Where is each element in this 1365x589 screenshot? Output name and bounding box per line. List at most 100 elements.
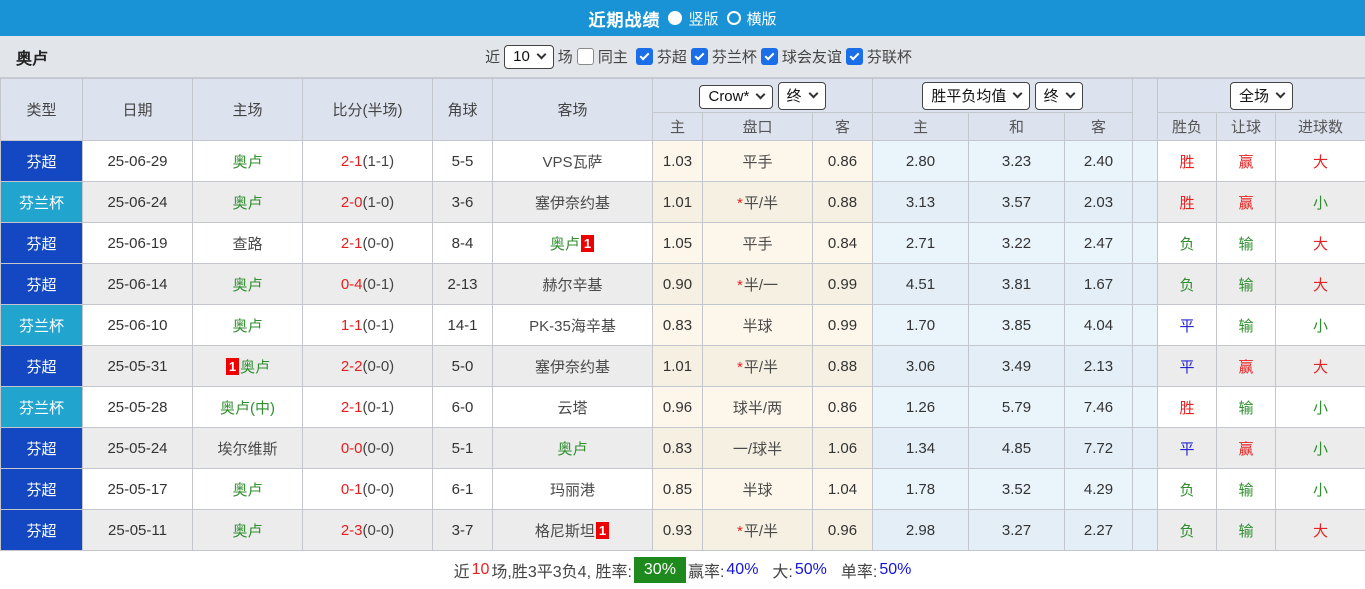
away-team-name: 奥卢 (550, 236, 580, 253)
result-cell: 胜 (1158, 182, 1217, 223)
away-odds-cell: 0.86 (813, 141, 873, 182)
goals-cell: 小 (1276, 387, 1365, 428)
avg-home-cell: 1.78 (873, 469, 969, 510)
spacer-cell (1133, 223, 1158, 264)
handicap-cell: 球半/两 (703, 387, 813, 428)
scope-dropdown-group: 全场 (1158, 79, 1365, 113)
home-odds-cell: 0.85 (653, 469, 703, 510)
handicap-result-cell: 赢 (1217, 428, 1276, 469)
league-type-cell: 芬超 (1, 469, 83, 510)
league-type-cell: 芬兰杯 (1, 387, 83, 428)
same-home-checkbox[interactable] (577, 48, 594, 65)
home-odds-cell: 0.93 (653, 510, 703, 551)
score-cell: 2-0(1-0) (303, 182, 433, 223)
fulltime-score: 0-0 (341, 440, 363, 457)
handicap-line: 平/半 (744, 523, 778, 540)
goals-cell: 大 (1276, 223, 1365, 264)
single-label: 单率: (841, 558, 877, 582)
goals-cell: 大 (1276, 264, 1365, 305)
home-team-cell: 1奥卢 (193, 346, 303, 387)
spacer-cell (1133, 264, 1158, 305)
corners-cell: 5-0 (433, 346, 493, 387)
score-cell: 2-1(0-0) (303, 223, 433, 264)
score-cell: 0-0(0-0) (303, 428, 433, 469)
goals-cell: 小 (1276, 469, 1365, 510)
chevron-down-icon (1065, 89, 1075, 99)
radio-selected-icon[interactable] (668, 11, 682, 25)
league-checkbox-finland-cup[interactable] (691, 48, 708, 65)
match-date-cell: 25-06-24 (83, 182, 193, 223)
avg-draw-cell: 5.79 (969, 387, 1065, 428)
halftime-score: (0-1) (363, 276, 395, 293)
filter-bar: 奥卢 近 10 场 同主 芬超 芬兰杯 球会友谊 芬联杯 (0, 36, 1365, 78)
halftime-score: (0-0) (363, 235, 395, 252)
match-date-cell: 25-05-24 (83, 428, 193, 469)
handicap-cell: *平/半 (703, 510, 813, 551)
avg-type-select[interactable]: 胜平负均值 (922, 82, 1030, 110)
team-name-heading: 奥卢 (16, 45, 48, 69)
chevron-down-icon (756, 90, 766, 100)
radio-unselected-icon[interactable] (727, 11, 741, 25)
odds-company-select[interactable]: Crow* (699, 85, 773, 109)
league-checkbox-finland-super[interactable] (636, 48, 653, 65)
league-checkbox-finland-league-cup[interactable] (846, 48, 863, 65)
radio-horizontal-label: 横版 (747, 8, 777, 29)
home-team-cell: 奥卢(中) (193, 387, 303, 428)
home-odds-cell: 0.90 (653, 264, 703, 305)
subheader-odds-home: 主 (653, 113, 703, 141)
handicap-result-cell: 输 (1217, 510, 1276, 551)
away-team-cell: 奥卢1 (493, 223, 653, 264)
avg-draw-cell: 3.81 (969, 264, 1065, 305)
home-team-cell: 奥卢 (193, 510, 303, 551)
match-count-select[interactable]: 10 (504, 45, 554, 69)
home-team-name: 埃尔维斯 (217, 441, 277, 458)
home-team-name: 查路 (232, 236, 262, 253)
home-team-name: 奥卢 (232, 482, 262, 499)
subheader-handicap-result: 让球 (1217, 113, 1276, 141)
avg-home-cell: 4.51 (873, 264, 969, 305)
handicap-cell: 平手 (703, 223, 813, 264)
away-odds-cell: 0.99 (813, 264, 873, 305)
away-team-cell: 玛丽港 (493, 469, 653, 510)
avg-time-select[interactable]: 终 (1035, 82, 1083, 110)
league-label-finland-cup: 芬兰杯 (712, 46, 757, 67)
handicap-line: 平手 (742, 154, 772, 171)
handicap-cell: 半球 (703, 305, 813, 346)
layout-radio-vertical[interactable]: 竖版 (668, 8, 718, 29)
handicap-result-cell: 输 (1217, 264, 1276, 305)
handicap-cell: 平手 (703, 141, 813, 182)
league-type-cell: 芬超 (1, 428, 83, 469)
halftime-score: (1-1) (363, 153, 395, 170)
handicap-result-cell: 输 (1217, 387, 1276, 428)
league-checkbox-club-friendly[interactable] (761, 48, 778, 65)
result-cell: 平 (1158, 428, 1217, 469)
halftime-score: (0-0) (363, 440, 395, 457)
avg-away-cell: 7.72 (1065, 428, 1133, 469)
home-team-name: 奥卢(中) (220, 400, 275, 417)
scope-select[interactable]: 全场 (1230, 82, 1293, 110)
avg-away-cell: 2.47 (1065, 223, 1133, 264)
handicap-result-cell: 输 (1217, 305, 1276, 346)
match-row: 芬超 25-06-14 奥卢 0-4(0-1) 2-13 赫尔辛基 0.90 *… (1, 264, 1365, 305)
away-team-cell: 格尼斯坦1 (493, 510, 653, 551)
match-date-cell: 25-06-10 (83, 305, 193, 346)
win-odds-label: 赢率: (688, 558, 724, 582)
halftime-score: (0-0) (363, 358, 395, 375)
match-date-cell: 25-05-28 (83, 387, 193, 428)
away-team-name: 云塔 (557, 400, 587, 417)
avg-away-cell: 2.13 (1065, 346, 1133, 387)
match-row: 芬超 25-06-29 奥卢 2-1(1-1) 5-5 VPS瓦萨 1.03 平… (1, 141, 1365, 182)
layout-radio-horizontal[interactable]: 横版 (727, 8, 777, 29)
avg-draw-cell: 3.85 (969, 305, 1065, 346)
handicap-line: 平/半 (744, 195, 778, 212)
handicap-cell: 半球 (703, 469, 813, 510)
handicap-result-cell: 赢 (1217, 346, 1276, 387)
header-home: 主场 (193, 79, 303, 141)
spacer-cell (1133, 346, 1158, 387)
away-team-cell: 奥卢 (493, 428, 653, 469)
odds-time-select[interactable]: 终 (778, 82, 826, 110)
goals-cell: 小 (1276, 182, 1365, 223)
header-date: 日期 (83, 79, 193, 141)
home-team-name: 奥卢 (232, 154, 262, 171)
filter-controls: 近 10 场 同主 芬超 芬兰杯 球会友谊 芬联杯 (485, 45, 916, 69)
